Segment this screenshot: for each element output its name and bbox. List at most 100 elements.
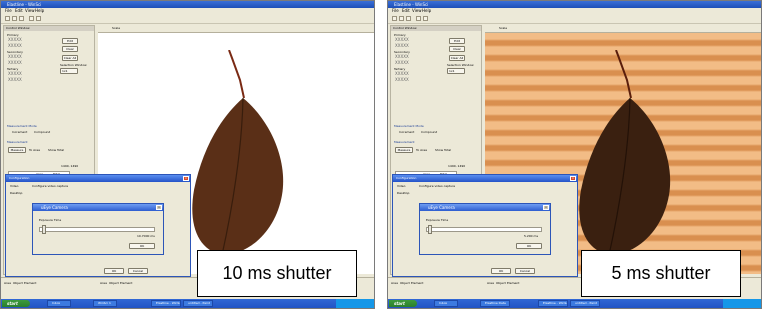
- taskbar-item[interactable]: Elastline Data: [480, 300, 510, 307]
- taskbar-item[interactable]: Inbox: [434, 300, 458, 307]
- tertiary-color-row-2[interactable]: XXXXX: [395, 77, 409, 82]
- secondary-color-row-1[interactable]: XXXXX: [395, 54, 409, 59]
- tab-video[interactable]: Video: [10, 184, 18, 189]
- caption: 10 ms shutter: [197, 250, 357, 297]
- taskbar: start Inbox Elastline Data Elastline - W…: [388, 299, 761, 308]
- clear-button[interactable]: Clear: [449, 46, 465, 52]
- compound-radio[interactable]: Compound: [421, 130, 437, 134]
- window-title: Elastline - WinSci: [7, 2, 42, 7]
- system-tray: [723, 299, 761, 308]
- tertiary-color-row-1[interactable]: XXXXX: [8, 71, 22, 76]
- show-total-checkbox[interactable]: Show Total: [435, 148, 451, 152]
- clear-all-button[interactable]: Clear All: [62, 55, 78, 61]
- tab-video[interactable]: Video: [397, 184, 405, 189]
- clear-all-button[interactable]: Clear All: [449, 55, 465, 61]
- to-area-checkbox[interactable]: To Area: [29, 148, 40, 152]
- status-tab-object[interactable]: Object: [13, 281, 23, 285]
- status-tab-area[interactable]: Area: [100, 281, 107, 285]
- save-icon[interactable]: [19, 16, 24, 21]
- status-tab-element[interactable]: Element: [411, 281, 423, 285]
- status-tab-area[interactable]: Area: [4, 281, 11, 285]
- ok-button[interactable]: OK: [491, 268, 511, 274]
- selection-window-select[interactable]: 1x1: [447, 68, 465, 74]
- camera-icon[interactable]: [416, 16, 421, 21]
- configuration-dialog-title: Configuration: [393, 175, 577, 182]
- secondary-color-row-1[interactable]: XXXXX: [8, 54, 22, 59]
- measurement-mode-label: Measurement Mode: [7, 124, 37, 128]
- desktop-label: Desktop: [397, 191, 410, 195]
- settings-icon[interactable]: [36, 16, 41, 21]
- status-tab-element[interactable]: Element: [24, 281, 36, 285]
- taskbar-item[interactable]: untitled - Paint: [570, 300, 600, 307]
- edit-button[interactable]: Edit: [449, 38, 465, 44]
- status-tab-area[interactable]: Area: [487, 281, 494, 285]
- increment-radio[interactable]: Increment: [12, 130, 27, 134]
- selection-window-label: Selection Window: [60, 63, 87, 67]
- control-window-title: Control Window: [391, 26, 481, 31]
- exposure-slider-thumb[interactable]: [42, 225, 46, 234]
- exposure-slider[interactable]: [39, 225, 155, 234]
- tertiary-color-row-2[interactable]: XXXXX: [8, 77, 22, 82]
- control-window-title: Control Window: [4, 26, 94, 31]
- increment-radio[interactable]: Increment: [399, 130, 414, 134]
- cancel-button[interactable]: Cancel: [515, 268, 535, 274]
- close-icon[interactable]: x: [156, 205, 162, 210]
- exposure-slider-thumb[interactable]: [428, 225, 432, 234]
- start-button[interactable]: start: [389, 300, 417, 307]
- status-tab-object[interactable]: Object: [400, 281, 410, 285]
- desktop-label: Desktop: [10, 191, 23, 195]
- secondary-color-row-2[interactable]: XXXXX: [8, 60, 22, 65]
- ok-button[interactable]: OK: [104, 268, 124, 274]
- ok-button[interactable]: OK: [129, 243, 155, 249]
- window-title: Elastline - WinSci: [394, 2, 429, 7]
- selection-window-select[interactable]: 1x1: [60, 68, 78, 74]
- taskbar-item[interactable]: Elastline - WinSci: [538, 300, 568, 307]
- exposure-slider[interactable]: [426, 225, 542, 234]
- taskbar-item[interactable]: untitled - Paint: [183, 300, 213, 307]
- title-bar: Elastline - WinSci: [1, 1, 374, 8]
- taskbar-item[interactable]: WinSci 1: [93, 300, 117, 307]
- camera-dialog-title: uEye Camera: [420, 204, 550, 211]
- close-icon[interactable]: x: [543, 205, 549, 210]
- save-icon[interactable]: [406, 16, 411, 21]
- show-total-checkbox[interactable]: Show Total: [48, 148, 64, 152]
- taskbar-item[interactable]: Inbox: [47, 300, 71, 307]
- viewer-toolbar: Scale: [98, 24, 374, 33]
- camera-icon[interactable]: [29, 16, 34, 21]
- ok-button[interactable]: OK: [516, 243, 542, 249]
- tertiary-color-row-1[interactable]: XXXXX: [395, 71, 409, 76]
- secondary-color-row-2[interactable]: XXXXX: [395, 60, 409, 65]
- primary-color-row-1[interactable]: XXXXX: [8, 37, 22, 42]
- to-area-checkbox[interactable]: To Area: [416, 148, 427, 152]
- leaf-blade: [192, 98, 284, 255]
- new-icon[interactable]: [392, 16, 397, 21]
- exposure-value: 5.200 ms: [524, 234, 539, 238]
- start-button[interactable]: start: [2, 300, 30, 307]
- compound-radio[interactable]: Compound: [34, 130, 50, 134]
- clear-button[interactable]: Clear: [62, 46, 78, 52]
- status-tab-object[interactable]: Object: [109, 281, 119, 285]
- edit-button[interactable]: Edit: [62, 38, 78, 44]
- primary-color-row-2[interactable]: XXXXX: [395, 43, 409, 48]
- measure-button[interactable]: Measure: [395, 147, 413, 153]
- taskbar-item[interactable]: Elastline - WinSci: [151, 300, 181, 307]
- primary-color-row-1[interactable]: XXXXX: [395, 37, 409, 42]
- close-icon[interactable]: x: [183, 176, 189, 181]
- close-icon[interactable]: x: [570, 176, 576, 181]
- new-icon[interactable]: [5, 16, 10, 21]
- open-icon[interactable]: [12, 16, 17, 21]
- main-toolbar: [388, 14, 761, 24]
- settings-icon[interactable]: [423, 16, 428, 21]
- leaf-stem: [615, 50, 632, 99]
- measure-button[interactable]: Measure: [8, 147, 26, 153]
- status-tab-area[interactable]: Area: [391, 281, 398, 285]
- status-tab-element[interactable]: Element: [120, 281, 132, 285]
- system-tray: [336, 299, 374, 308]
- status-tab-element[interactable]: Element: [507, 281, 519, 285]
- primary-color-row-2[interactable]: XXXXX: [8, 43, 22, 48]
- open-icon[interactable]: [399, 16, 404, 21]
- configuration-dialog: Configuration x Video Configure video ca…: [392, 174, 578, 277]
- leaf-blade: [579, 98, 671, 255]
- cancel-button[interactable]: Cancel: [128, 268, 148, 274]
- status-tab-object[interactable]: Object: [496, 281, 506, 285]
